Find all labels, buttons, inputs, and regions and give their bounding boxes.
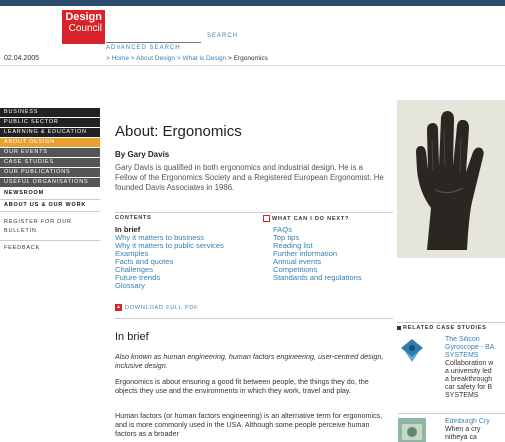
- next-heading-icon: [263, 215, 270, 222]
- contents-list: In brief Why it matters to business Why …: [115, 226, 224, 290]
- next-heading: WHAT CAN I DO NEXT?: [272, 215, 350, 222]
- case-desc-line: When a cry: [445, 426, 481, 433]
- sidebar-feedback[interactable]: FEEDBACK: [0, 244, 100, 252]
- related-heading-icon: [397, 325, 401, 330]
- case-desc-line: a breakthrough: [445, 376, 493, 383]
- sidebar-item-newsroom[interactable]: NEWSROOM: [0, 188, 100, 198]
- body-paragraph: Human factors (or human factors engineer…: [115, 411, 383, 438]
- case-desc-line: SYSTEMS: [445, 392, 479, 399]
- case-study-item[interactable]: The Silicon Gyroscope - BA SYSTEMS Colla…: [398, 336, 505, 410]
- case-desc-line: Collaboration w: [445, 360, 494, 367]
- next-heading-wrap: WHAT CAN I DO NEXT?: [263, 212, 393, 223]
- case-title-line: Gyroscope - BA: [445, 344, 495, 351]
- logo-line-1: Design: [65, 11, 102, 23]
- breadcrumb-about-design[interactable]: > About Design: [131, 55, 175, 62]
- breadcrumb-home[interactable]: > Home: [106, 55, 129, 62]
- sidebar-item-business[interactable]: BUSINESS: [0, 108, 100, 117]
- current-date: 02.04.2005: [4, 55, 40, 62]
- related-heading-text: RELATED CASE STUDIES: [403, 325, 487, 331]
- author-byline: By Gary Davis: [115, 150, 170, 159]
- case-study-description: When a cry nitheya ca: [445, 426, 505, 442]
- case-title-line: SYSTEMS: [445, 352, 479, 359]
- body-paragraph: Also known as human engineering, human f…: [115, 352, 384, 370]
- download-pdf-link[interactable]: ▲ DOWNLOAD FULL PDF: [115, 304, 198, 311]
- sidebar-divider-2: [0, 236, 100, 241]
- breadcrumb: > Home > About Design > What is Design >…: [106, 55, 268, 62]
- section-title: In brief: [115, 331, 149, 343]
- pdf-icon: ▲: [115, 304, 122, 311]
- top-bar: [0, 0, 505, 6]
- edinburgh-thumbnail: [398, 418, 426, 442]
- search-button[interactable]: SEARCH: [207, 33, 238, 39]
- gyroscope-thumbnail: [398, 336, 426, 364]
- glove-image: [397, 100, 505, 258]
- design-council-logo[interactable]: Design Council: [62, 10, 105, 44]
- case-desc-line: nitheya ca: [445, 434, 477, 441]
- sidebar-item-public-sector[interactable]: PUBLIC SECTOR: [0, 118, 100, 127]
- section-divider: [115, 318, 393, 319]
- case-study-description: Collaboration w a university led a break…: [445, 360, 505, 400]
- sidebar-register-line1[interactable]: REGISTER FOR OUR: [0, 218, 100, 226]
- advanced-search-link[interactable]: ADVANCED SEARCH: [106, 45, 181, 51]
- case-study-title[interactable]: Edinburgh Cry: [445, 418, 505, 426]
- contents-item[interactable]: Glossary: [115, 282, 224, 290]
- glove-photo: [397, 100, 505, 258]
- case-study-title[interactable]: The Silicon Gyroscope - BA SYSTEMS: [445, 336, 505, 360]
- sidebar-item-about-design[interactable]: ABOUT DESIGN: [0, 138, 100, 147]
- sidebar-item-our-publications[interactable]: OUR PUBLICATIONS: [0, 168, 100, 177]
- next-steps-list: FAQs Top tips Reading list Further infor…: [273, 226, 362, 282]
- sidebar-item-our-events[interactable]: OUR EVENTS: [0, 148, 100, 157]
- contents-heading: CONTENTS: [115, 212, 263, 223]
- sidebar-item-learning-education[interactable]: LEARNING & EDUCATION: [0, 128, 100, 137]
- sidebar-register-line2[interactable]: BULLETIN: [0, 227, 100, 235]
- case-divider: [398, 413, 505, 414]
- sidebar-nav: BUSINESS PUBLIC SECTOR LEARNING & EDUCAT…: [0, 108, 100, 253]
- sidebar-divider: [0, 211, 100, 218]
- breadcrumb-current: > Ergonomics: [227, 55, 268, 62]
- page-title: About: Ergonomics: [115, 123, 242, 140]
- sidebar-item-case-studies[interactable]: CASE STUDIES: [0, 158, 100, 167]
- breadcrumb-divider: [0, 65, 505, 66]
- case-desc-line: a university led: [445, 368, 492, 375]
- sidebar-item-about-us[interactable]: ABOUT US & OUR WORK: [0, 199, 100, 210]
- related-case-studies-heading: RELATED CASE STUDIES: [397, 322, 505, 333]
- body-paragraph: Ergonomics is about ensuring a good fit …: [115, 377, 369, 395]
- breadcrumb-what-is-design[interactable]: > What is Design: [177, 55, 226, 62]
- next-item[interactable]: Standards and regulations: [273, 274, 362, 282]
- logo-line-2: Council: [68, 23, 102, 34]
- download-pdf-label: DOWNLOAD FULL PDF: [125, 304, 199, 311]
- sidebar-item-useful-organisations[interactable]: USEFUL ORGANISATIONS: [0, 178, 100, 187]
- case-study-item[interactable]: Edinburgh Cry When a cry nitheya ca: [398, 418, 505, 442]
- case-desc-line: car safety for B: [445, 384, 493, 391]
- search-input[interactable]: [106, 32, 201, 43]
- author-intro: Gary Davis is qualified in both ergonomi…: [115, 163, 384, 192]
- case-title-line: The Silicon: [445, 336, 480, 343]
